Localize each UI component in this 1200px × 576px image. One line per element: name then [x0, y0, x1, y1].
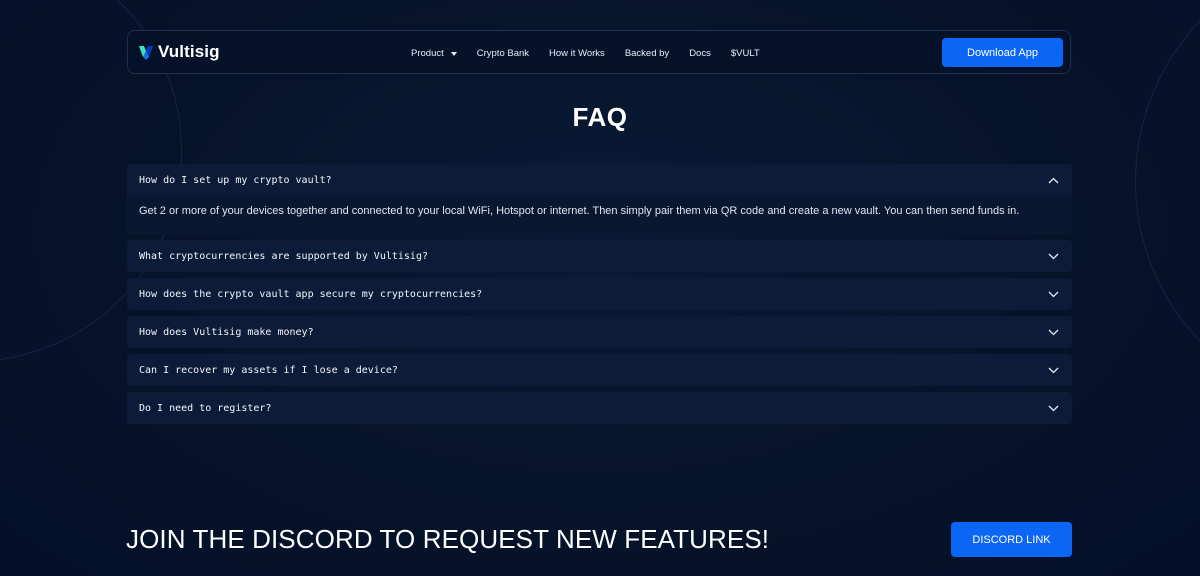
nav-backed-by[interactable]: Backed by — [625, 48, 669, 59]
nav-crypto-bank[interactable]: Crypto Bank — [477, 48, 529, 59]
faq-title: FAQ — [572, 102, 628, 132]
faq-answer: Get 2 or more of your devices together a… — [127, 196, 1072, 234]
chevron-down-icon — [1048, 329, 1059, 335]
nav-how-it-works[interactable]: How it Works — [549, 48, 605, 59]
faq-item: What cryptocurrencies are supported by V… — [127, 240, 1072, 272]
nav-product-label: Product — [411, 47, 444, 59]
faq-question-toggle[interactable]: Do I need to register? — [127, 392, 1072, 424]
nav-product[interactable]: Product — [411, 48, 457, 59]
faq-item: How does the crypto vault app secure my … — [127, 278, 1072, 310]
chevron-down-icon — [1048, 291, 1059, 297]
faq-question-toggle[interactable]: How do I set up my crypto vault? — [127, 164, 1072, 196]
nav-docs[interactable]: Docs — [689, 48, 711, 59]
background-arc-right — [1135, 0, 1200, 412]
nav-vult[interactable]: $VULT — [731, 48, 760, 59]
faq-question-toggle[interactable]: What cryptocurrencies are supported by V… — [127, 240, 1072, 272]
faq-question: How do I set up my crypto vault? — [139, 174, 332, 186]
brand-name: Vultisig — [158, 42, 220, 61]
page: Vultisig Product Crypto Bank How it Work… — [0, 0, 1200, 576]
chevron-down-icon — [1048, 253, 1059, 259]
faq-question: Can I recover my assets if I lose a devi… — [139, 364, 398, 376]
nav-links: Product Crypto Bank How it Works Backed … — [411, 31, 780, 75]
faq-question-toggle[interactable]: Can I recover my assets if I lose a devi… — [127, 354, 1072, 386]
chevron-down-icon — [1048, 405, 1059, 411]
discord-link-button[interactable]: DISCORD LINK — [951, 522, 1072, 557]
faq-question-toggle[interactable]: How does the crypto vault app secure my … — [127, 278, 1072, 310]
faq-question: How does Vultisig make money? — [139, 326, 314, 338]
faq-list: How do I set up my crypto vault? Get 2 o… — [127, 164, 1072, 430]
chevron-up-icon — [1048, 177, 1059, 183]
chevron-down-icon — [450, 51, 457, 56]
vultisig-logo-icon — [139, 46, 153, 60]
chevron-down-icon — [1048, 367, 1059, 373]
faq-question: Do I need to register? — [139, 402, 272, 414]
brand-logo[interactable]: Vultisig — [137, 42, 220, 62]
faq-item: How do I set up my crypto vault? Get 2 o… — [127, 164, 1072, 234]
faq-question-toggle[interactable]: How does Vultisig make money? — [127, 316, 1072, 348]
download-app-button[interactable]: Download App — [942, 38, 1063, 67]
faq-item: How does Vultisig make money? — [127, 316, 1072, 348]
top-navbar: Vultisig Product Crypto Bank How it Work… — [127, 30, 1071, 74]
faq-item: Can I recover my assets if I lose a devi… — [127, 354, 1072, 386]
faq-item: Do I need to register? — [127, 392, 1072, 424]
faq-question: What cryptocurrencies are supported by V… — [139, 250, 428, 262]
discord-cta-heading: JOIN THE DISCORD TO REQUEST NEW FEATURES… — [126, 524, 770, 554]
faq-question: How does the crypto vault app secure my … — [139, 288, 483, 300]
